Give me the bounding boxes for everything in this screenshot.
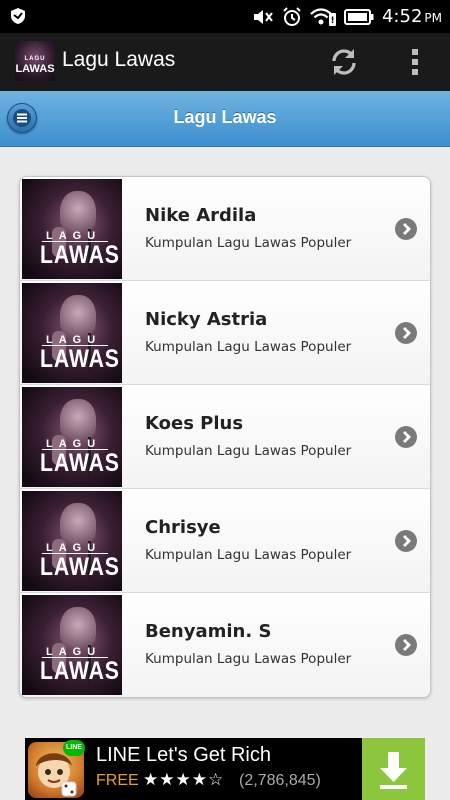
- download-icon: [362, 752, 425, 800]
- item-subtitle: Kumpulan Lagu Lawas Populer: [145, 443, 352, 459]
- chevron-right-icon[interactable]: [395, 218, 417, 240]
- shield-icon: [10, 7, 26, 25]
- item-subtitle: Kumpulan Lagu Lawas Populer: [145, 651, 352, 667]
- thumb-big-text: LAWAS: [40, 241, 120, 269]
- download-button[interactable]: [362, 738, 425, 800]
- list-item[interactable]: LAGU LAWAS Nike Ardila Kumpulan Lagu Law…: [20, 177, 430, 281]
- chevron-right-icon[interactable]: [395, 322, 417, 344]
- status-icons: ! 4:52 PM: [252, 0, 442, 33]
- chevron-right-icon[interactable]: [395, 426, 417, 448]
- item-title: Koes Plus: [145, 413, 244, 434]
- artist-thumbnail: LAGU LAWAS: [22, 179, 122, 279]
- ad-price: FREE: [96, 772, 139, 789]
- list-item[interactable]: LAGU LAWAS Chrisye Kumpulan Lagu Lawas P…: [20, 489, 430, 593]
- refresh-button[interactable]: [328, 46, 360, 78]
- overflow-menu-button[interactable]: [405, 45, 425, 79]
- page-header: Lagu Lawas: [0, 91, 450, 147]
- battery-icon: [343, 8, 374, 26]
- artist-thumbnail: LAGU LAWAS: [22, 491, 122, 591]
- chevron-right-icon[interactable]: [395, 530, 417, 552]
- item-subtitle: Kumpulan Lagu Lawas Populer: [145, 339, 352, 355]
- thumb-big-text: LAWAS: [40, 657, 120, 685]
- thumb-big-text: LAWAS: [40, 449, 120, 477]
- item-subtitle: Kumpulan Lagu Lawas Populer: [145, 235, 352, 251]
- rating-stars: ★★★★☆: [143, 770, 225, 790]
- list-item[interactable]: LAGU LAWAS Benyamin. S Kumpulan Lagu Law…: [20, 593, 430, 697]
- chevron-right-icon[interactable]: [395, 634, 417, 656]
- item-title: Benyamin. S: [145, 621, 272, 642]
- line-badge: LINE: [63, 740, 85, 756]
- logo-small-text: LAGU: [24, 56, 46, 62]
- artist-list: LAGU LAWAS Nike Ardila Kumpulan Lagu Law…: [19, 176, 431, 698]
- review-count: (2,786,845): [239, 772, 321, 789]
- item-title: Nicky Astria: [145, 309, 268, 330]
- alarm-icon: [282, 6, 302, 27]
- mute-icon: [252, 8, 274, 26]
- thumb-big-text: LAWAS: [40, 345, 120, 373]
- clock-ampm: PM: [424, 11, 442, 25]
- item-title: Chrisye: [145, 517, 221, 538]
- list-item[interactable]: LAGU LAWAS Koes Plus Kumpulan Lagu Lawas…: [20, 385, 430, 489]
- list-item[interactable]: LAGU LAWAS Nicky Astria Kumpulan Lagu La…: [20, 281, 430, 385]
- wifi-icon: !: [310, 7, 336, 27]
- thumb-big-text: LAWAS: [40, 553, 120, 581]
- item-subtitle: Kumpulan Lagu Lawas Populer: [145, 547, 352, 563]
- app-logo[interactable]: LAGU LAWAS: [15, 41, 55, 81]
- action-bar: LAGU LAWAS Lagu Lawas: [0, 33, 450, 91]
- ad-title: LINE Let's Get Rich: [96, 744, 271, 766]
- artist-thumbnail: LAGU LAWAS: [22, 283, 122, 383]
- page-title: Lagu Lawas: [173, 107, 277, 127]
- artist-thumbnail: LAGU LAWAS: [22, 387, 122, 487]
- item-title: Nike Ardila: [145, 205, 257, 226]
- overflow-menu-icon: [405, 49, 425, 83]
- clock-time: 4:52: [381, 6, 423, 27]
- app-title: Lagu Lawas: [62, 48, 176, 71]
- logo-big-text: LAWAS: [15, 63, 55, 75]
- status-clock: 4:52 PM: [382, 6, 442, 27]
- svg-text:!: !: [330, 16, 334, 26]
- refresh-icon: [328, 49, 360, 82]
- ad-banner[interactable]: LINE LINE Let's Get Rich FREE ★★★★☆ (2,7…: [25, 738, 425, 800]
- status-bar: ! 4:52 PM: [0, 0, 450, 33]
- artist-thumbnail: LAGU LAWAS: [22, 595, 122, 695]
